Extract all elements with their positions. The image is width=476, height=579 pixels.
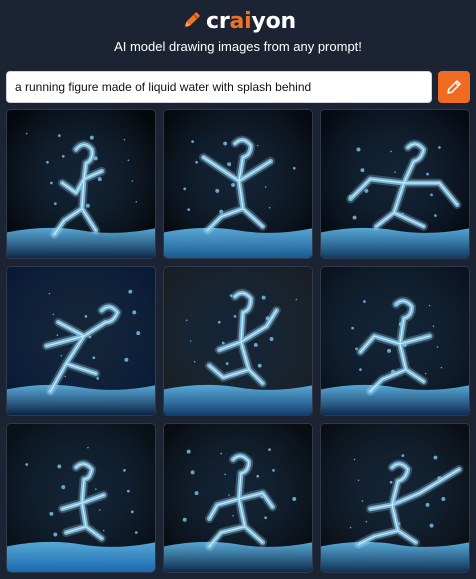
result-image-6[interactable] <box>320 266 470 416</box>
logo-text-cr: cr <box>205 8 230 34</box>
generated-image <box>321 424 469 572</box>
pencil-icon <box>447 80 461 94</box>
tagline: AI model drawing images from any prompt! <box>114 39 362 54</box>
result-image-2[interactable] <box>163 109 313 259</box>
crayon-logo-icon <box>184 12 200 28</box>
prompt-input[interactable] <box>6 71 432 103</box>
result-image-5[interactable] <box>163 266 313 416</box>
craiyon-page: cr ai yon AI model drawing images from any… <box>0 0 476 579</box>
result-image-1[interactable] <box>6 109 156 259</box>
generated-image <box>164 110 312 258</box>
generated-image <box>321 267 469 415</box>
craiyon-logo[interactable]: cr ai yon <box>180 9 296 34</box>
generated-image <box>7 267 155 415</box>
generated-image <box>7 110 155 258</box>
generated-image <box>321 110 469 258</box>
generated-image <box>164 267 312 415</box>
prompt-row <box>6 71 470 103</box>
result-image-3[interactable] <box>320 109 470 259</box>
generated-image <box>7 424 155 572</box>
logo-text-yon: yon <box>251 8 297 34</box>
result-image-9[interactable] <box>320 423 470 573</box>
header: cr ai yon <box>0 6 476 36</box>
draw-button[interactable] <box>438 71 470 103</box>
logo-text-ai: ai <box>229 8 252 34</box>
result-image-7[interactable] <box>6 423 156 573</box>
result-image-8[interactable] <box>163 423 313 573</box>
results-grid <box>6 109 470 573</box>
generated-image <box>164 424 312 572</box>
result-image-4[interactable] <box>6 266 156 416</box>
